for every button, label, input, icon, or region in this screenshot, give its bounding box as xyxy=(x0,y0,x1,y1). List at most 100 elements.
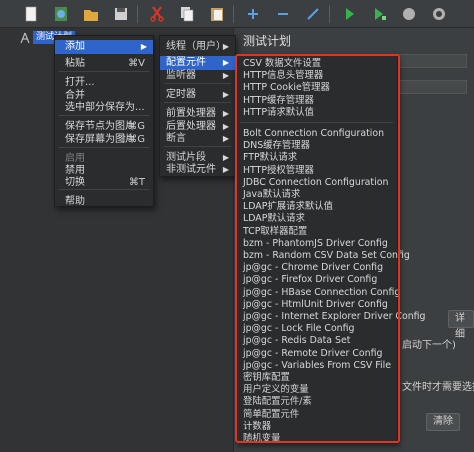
config-element-item[interactable]: LDAP默认请求 xyxy=(236,213,397,225)
add-menu-item[interactable]: 监听器 ▶ xyxy=(160,69,235,83)
start-no-pause-button[interactable] xyxy=(368,4,390,24)
menu-item-shortcut: ⇧⌘G xyxy=(118,134,145,145)
collapse-button[interactable] xyxy=(272,4,294,24)
save-icon xyxy=(115,8,127,20)
submenu-arrow-icon: ▶ xyxy=(222,165,229,174)
context-menu-item[interactable]: 选中部分保存为... xyxy=(55,101,153,115)
file-hint-text: 文件时才需要选择此 xyxy=(402,382,474,393)
toggle-button[interactable] xyxy=(302,4,324,24)
config-element-item[interactable]: Java默认请求 xyxy=(236,189,397,201)
config-element-item[interactable]: jp@gc - Remote Driver Config xyxy=(236,348,397,360)
menu-separator xyxy=(164,146,231,147)
submenu-arrow-icon: ▶ xyxy=(140,42,147,51)
config-element-item[interactable]: LDAP扩展请求默认值 xyxy=(236,201,397,213)
clear-button[interactable]: 清除 xyxy=(426,413,460,431)
new-button[interactable] xyxy=(20,4,42,24)
config-element-item[interactable]: HTTP请求默认值 xyxy=(236,107,397,119)
add-menu-item[interactable]: 定时器 ▶ xyxy=(160,88,235,102)
new-icon xyxy=(25,6,37,22)
context-menu-item[interactable]: 添加 ▶ xyxy=(55,40,153,54)
config-element-item[interactable]: jp@gc - Internet Explorer Driver Config xyxy=(236,311,426,323)
menu-item-label: 打开... xyxy=(65,77,95,88)
config-element-item[interactable]: JDBC Connection Configuration xyxy=(236,177,397,189)
templates-icon xyxy=(55,7,67,21)
shutdown-icon xyxy=(433,8,445,20)
config-element-item[interactable]: bzm - PhantomJS Driver Config xyxy=(236,238,397,250)
context-menu-item[interactable]: 粘贴 ⌘V xyxy=(55,57,153,71)
menu-item-shortcut: ⌘G xyxy=(127,121,145,132)
expand-button[interactable] xyxy=(242,4,264,24)
context-menu-item[interactable]: 保存节点为图片 ⌘G xyxy=(55,120,153,134)
toolbar xyxy=(0,0,474,28)
menu-item-label: 合并 xyxy=(65,90,85,101)
config-element-item[interactable]: jp@gc - Chrome Driver Config xyxy=(236,262,397,274)
context-menu-item[interactable]: 打开... xyxy=(55,76,153,90)
config-element-item[interactable]: 简单配置元件 xyxy=(236,409,397,421)
config-element-item[interactable]: jp@gc - HtmlUnit Driver Config xyxy=(236,299,397,311)
cut-button[interactable] xyxy=(146,4,168,24)
stop-button[interactable] xyxy=(398,4,420,24)
context-menu: 添加 ▶ 粘贴 ⌘V 打开... 合并 选中部分保存为... 保存节点为图片 ⌘G 保存屏幕为图片… xyxy=(54,35,154,207)
menu-item-label: 测试片段 xyxy=(166,152,206,163)
config-element-item[interactable]: jp@gc - Firefox Driver Config xyxy=(236,274,397,286)
config-element-item[interactable]: TCP取样器配置 xyxy=(236,226,397,238)
config-element-item[interactable]: jp@gc - Redis Data Set xyxy=(236,335,397,347)
add-menu-item[interactable]: 非测试元件 ▶ xyxy=(160,163,235,177)
menu-item-label: 后置处理器 xyxy=(166,121,216,132)
config-element-item[interactable]: jp@gc - Variables From CSV File xyxy=(236,360,397,372)
config-element-item[interactable]: Bolt Connection Configuration xyxy=(236,128,397,140)
config-element-item[interactable]: 计数器 xyxy=(236,421,397,433)
shutdown-button[interactable] xyxy=(428,4,450,24)
menu-item-label: 断言 xyxy=(166,133,186,144)
detail-button[interactable]: 详细 xyxy=(448,310,474,340)
config-element-item[interactable]: CSV 数据文件设置 xyxy=(236,58,397,70)
config-element-item[interactable]: DNS缓存管理器 xyxy=(236,140,397,152)
menu-item-label: 保存节点为图片 xyxy=(65,121,135,132)
add-menu-item[interactable]: 前置处理器 ▶ xyxy=(160,107,235,121)
templates-button[interactable] xyxy=(50,4,72,24)
config-element-item[interactable]: bzm - Random CSV Data Set Config xyxy=(236,250,410,262)
menu-separator xyxy=(164,83,231,84)
config-element-item[interactable]: HTTP缓存管理器 xyxy=(236,95,397,107)
save-button[interactable] xyxy=(110,4,132,24)
config-element-item[interactable]: 登陆配置元件/素 xyxy=(236,396,397,408)
menu-item-label: 前置处理器 xyxy=(166,108,216,119)
menu-item-label: 禁用 xyxy=(65,165,85,176)
add-menu-item[interactable]: 线程（用户） ▶ xyxy=(160,40,235,54)
open-button[interactable] xyxy=(80,4,102,24)
submenu-arrow-icon: ▶ xyxy=(222,134,229,143)
context-menu-item[interactable]: 切换 ⌘T xyxy=(55,176,153,190)
config-element-item[interactable]: HTTP授权管理器 xyxy=(236,165,397,177)
menu-separator xyxy=(164,102,231,103)
menu-item-shortcut: ⌘V xyxy=(128,58,145,69)
expand-icon xyxy=(248,9,258,19)
paste-button[interactable] xyxy=(206,4,228,24)
panel-title: 测试计划 xyxy=(243,34,292,48)
config-element-item[interactable]: 密钥库配置 xyxy=(236,372,397,384)
context-menu-item[interactable]: 帮助 xyxy=(55,195,153,209)
submenu-arrow-icon: ▶ xyxy=(222,109,229,118)
run-option-text: 启动下一个) xyxy=(402,340,456,351)
config-element-item[interactable]: jp@gc - HBase Connection Config xyxy=(236,287,400,299)
add-menu-item[interactable]: 配置元件 ▶ xyxy=(160,56,235,70)
open-icon xyxy=(84,10,98,21)
add-menu-item[interactable]: 断言 ▶ xyxy=(160,132,235,146)
menu-item-label: 线程（用户） xyxy=(166,41,226,52)
copy-button[interactable] xyxy=(176,4,198,24)
add-submenu: 线程（用户） ▶ 配置元件 ▶ 监听器 ▶ 定时器 ▶ 前置处理器 ▶ 后置处理器 ▶ 断言 ▶ 测试片段 ▶… xyxy=(159,35,236,177)
menu-item-label: 启用 xyxy=(65,153,85,164)
context-menu-item[interactable]: 保存屏幕为图片 ⇧⌘G xyxy=(55,133,153,147)
start-no-pause-icon xyxy=(375,8,386,20)
paste-icon xyxy=(211,8,223,21)
menu-item-label: 监听器 xyxy=(166,70,196,81)
config-element-item[interactable]: 用户定义的变量 xyxy=(236,384,397,396)
config-element-item[interactable]: FTP默认请求 xyxy=(236,152,397,164)
test-plan-icon xyxy=(20,32,30,43)
config-element-item[interactable]: jp@gc - Lock File Config xyxy=(236,323,397,335)
cut-icon xyxy=(150,6,164,22)
menu-item-label: 添加 xyxy=(65,41,85,52)
config-element-item[interactable]: 随机变量 xyxy=(236,433,397,445)
config-element-item[interactable]: HTTP信息头管理器 xyxy=(236,70,397,82)
start-button[interactable] xyxy=(338,4,360,24)
config-element-item[interactable]: HTTP Cookie管理器 xyxy=(236,82,397,94)
